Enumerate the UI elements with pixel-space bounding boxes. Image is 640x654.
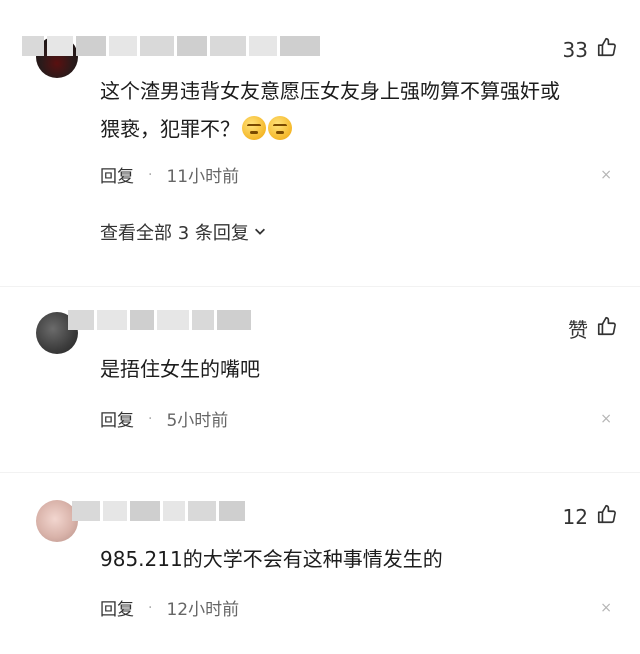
reply-button[interactable]: 回复 [100,595,134,620]
like-button[interactable]: 赞 [568,314,618,343]
username-redacted[interactable] [72,501,245,521]
close-icon[interactable]: × [600,167,612,183]
thumbs-up-icon [596,503,618,530]
like-button[interactable]: 33 [563,36,618,63]
comment-meta: 回复 · 5小时前 [100,406,229,432]
like-count: 12 [562,504,588,529]
dot-separator: · [148,410,153,427]
chevron-down-icon [253,222,267,243]
reply-button[interactable]: 回复 [100,406,134,431]
timestamp: 5小时前 [166,411,229,431]
view-all-replies-button[interactable]: 查看全部 3 条回复 [100,219,267,245]
comment-text: 这个渣男违背女友意愿压女友身上强吻算不算强奸或 猥亵，犯罪不？ [100,72,600,148]
timestamp: 11小时前 [166,167,240,187]
like-count: 赞 [568,318,588,342]
smirk-emoji-icon [268,116,292,140]
view-replies-label: 查看全部 3 条回复 [100,223,249,244]
thumbs-up-icon [596,315,618,342]
comment-meta: 回复 · 11小时前 [100,162,240,188]
comment-text-line: 猥亵，犯罪不？ [100,110,600,148]
thumbs-up-icon [596,36,618,63]
dot-separator: · [148,166,153,183]
like-button[interactable]: 12 [563,503,618,530]
divider [0,286,640,287]
comment-text: 是捂住女生的嘴吧 [100,357,260,381]
divider [0,472,640,473]
smirk-emoji-icon [242,116,266,140]
like-count: 33 [562,37,588,62]
username-redacted[interactable] [22,36,320,56]
close-icon[interactable]: × [600,411,612,427]
comment-text-line: 这个渣男违背女友意愿压女友身上强吻算不算强奸或 [100,79,560,103]
username-redacted[interactable] [68,310,251,330]
reply-button[interactable]: 回复 [100,162,134,187]
dot-separator: · [148,599,153,616]
comment-meta: 回复 · 12小时前 [100,595,240,621]
close-icon[interactable]: × [600,600,612,616]
comment-text: 985.211的大学不会有这种事情发生的 [100,547,443,571]
timestamp: 12小时前 [166,600,240,620]
